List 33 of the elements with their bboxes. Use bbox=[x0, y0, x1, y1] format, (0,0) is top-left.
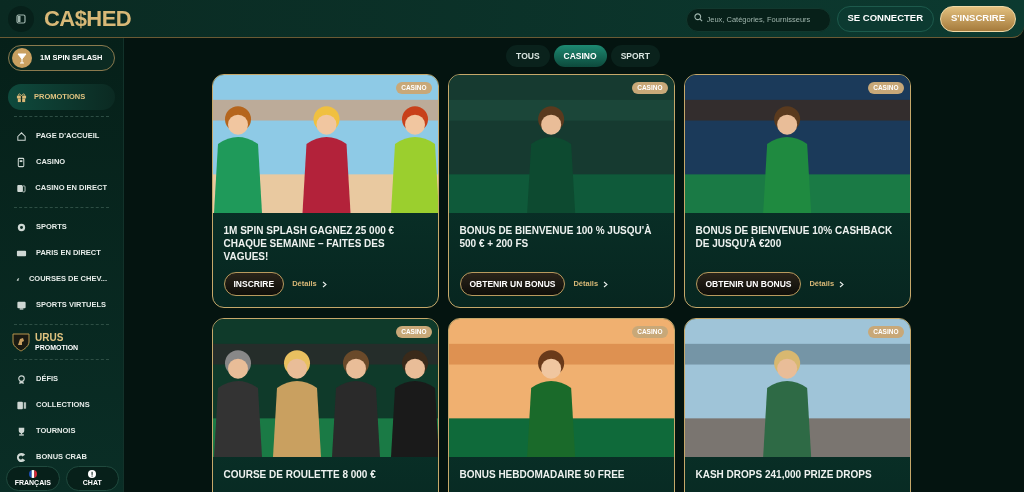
filter-tab[interactable]: SPORT bbox=[610, 45, 660, 67]
medal-icon bbox=[16, 373, 27, 385]
card-title: BONUS DE BIENVENUE 10% CASHBACK DE JUSQU'À €200 bbox=[695, 224, 894, 251]
sidebar-toggle-button[interactable] bbox=[8, 5, 34, 32]
logo[interactable]: CA$HED bbox=[44, 2, 132, 35]
help-icon bbox=[88, 470, 97, 478]
card-title: 1M SPIN SPLASH GAGNEZ 25 000 € CHAQUE SEMAINE – FAITES DES VAGUES! bbox=[223, 224, 396, 264]
card-button[interactable]: INSCRIRE bbox=[223, 272, 285, 296]
trophy-icon bbox=[16, 425, 27, 437]
gift-icon bbox=[16, 91, 27, 103]
card-button[interactable]: OBTENIR UN BONUS bbox=[459, 272, 566, 296]
header-button[interactable]: SE CONNECTER bbox=[836, 5, 934, 32]
card-title: KASH DROPS 241,000 PRIZE DROPS bbox=[695, 468, 873, 482]
card-button[interactable]: OBTENIR UN BONUS bbox=[695, 272, 802, 296]
flag-icon bbox=[28, 470, 37, 478]
home-icon bbox=[16, 130, 27, 142]
card-title: COURSE DE ROULETTE 8 000 € bbox=[223, 468, 377, 482]
shield-bull-icon bbox=[12, 332, 30, 352]
card-title: BONUS HEBDOMADAIRE 50 FREE bbox=[459, 468, 626, 482]
filter-tab[interactable]: TOUS bbox=[506, 45, 550, 67]
cocktail-icon bbox=[12, 48, 32, 68]
slot-machine-icon bbox=[16, 156, 27, 168]
chevron-right-icon bbox=[603, 280, 609, 288]
cards-icon bbox=[16, 399, 27, 411]
chevron-right-icon bbox=[839, 280, 845, 288]
ball-icon bbox=[16, 221, 27, 233]
filter-tab[interactable]: CASINO bbox=[553, 45, 607, 67]
panel-icon bbox=[16, 13, 26, 24]
search-icon bbox=[693, 12, 703, 22]
chevron-right-icon bbox=[321, 280, 327, 288]
card-title: BONUS DE BIENVENUE 100 % JUSQU'À 500 € + 200 FS bbox=[459, 224, 653, 251]
monitor-icon bbox=[16, 299, 27, 311]
playing-cards-icon bbox=[16, 182, 27, 194]
